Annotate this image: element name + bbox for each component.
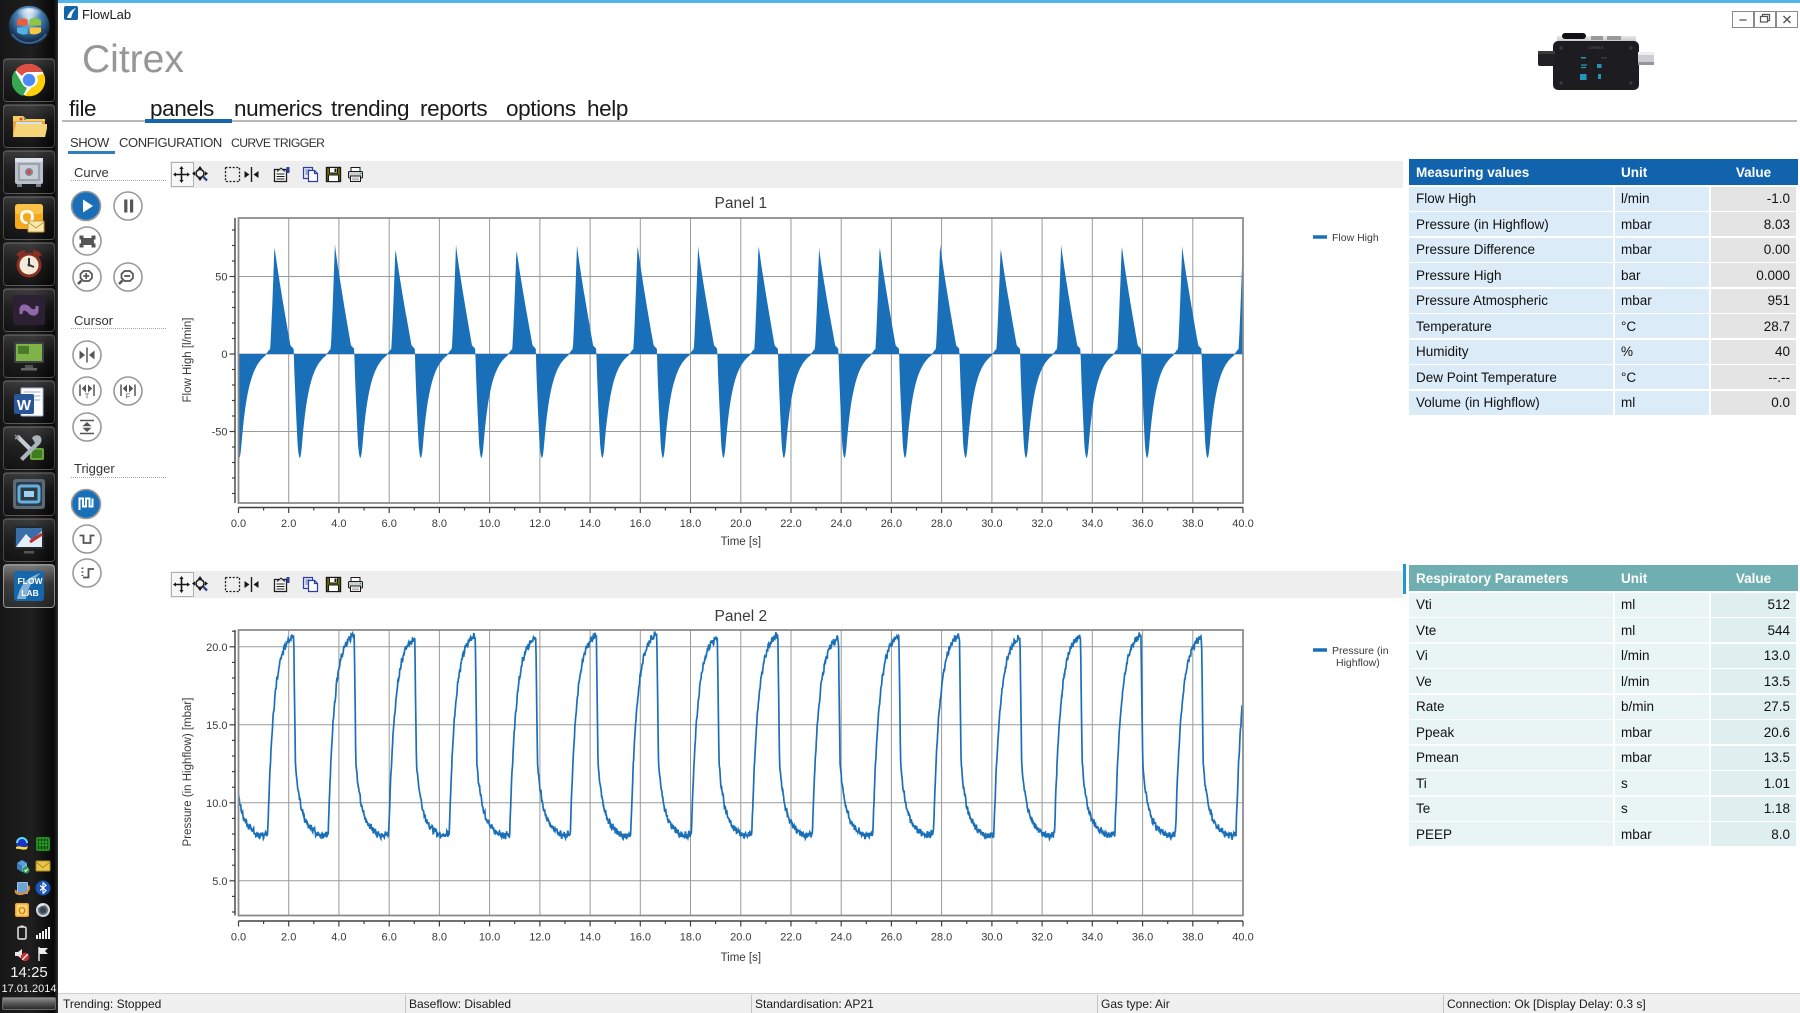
svg-text:Flow High: Flow High <box>1332 232 1379 244</box>
svg-text:10.0: 10.0 <box>479 932 500 944</box>
svg-text:24.0: 24.0 <box>830 932 851 944</box>
svg-text:34.0: 34.0 <box>1082 518 1103 530</box>
svg-text:4.0: 4.0 <box>331 518 346 530</box>
svg-text:10.0: 10.0 <box>206 798 227 810</box>
svg-text:22.0: 22.0 <box>780 518 801 530</box>
svg-text:0: 0 <box>221 349 227 361</box>
svg-text:10.0: 10.0 <box>479 518 500 530</box>
svg-text:30.0: 30.0 <box>981 518 1002 530</box>
svg-text:12.0: 12.0 <box>529 518 550 530</box>
svg-text:18.0: 18.0 <box>680 518 701 530</box>
svg-text:8.0: 8.0 <box>432 518 447 530</box>
svg-text:2.0: 2.0 <box>281 932 296 944</box>
svg-text:36.0: 36.0 <box>1132 932 1153 944</box>
svg-text:T: T <box>85 392 90 401</box>
svg-text:8.0: 8.0 <box>432 932 447 944</box>
svg-text:0.0: 0.0 <box>231 932 246 944</box>
svg-text:Panel 1: Panel 1 <box>715 195 768 212</box>
svg-text:Time [s]: Time [s] <box>721 536 761 548</box>
svg-text:Pressure (in Highflow) [mbar]: Pressure (in Highflow) [mbar] <box>182 698 194 847</box>
svg-text:26.0: 26.0 <box>881 518 902 530</box>
svg-text:18.0: 18.0 <box>680 932 701 944</box>
svg-text:28.0: 28.0 <box>931 932 952 944</box>
svg-text:W: W <box>17 397 32 414</box>
svg-text:38.0: 38.0 <box>1182 932 1203 944</box>
svg-text:12.0: 12.0 <box>529 932 550 944</box>
svg-text:Flow High [l/min]: Flow High [l/min] <box>182 318 194 403</box>
svg-text:Panel 2: Panel 2 <box>715 608 768 625</box>
svg-text:CITREX: CITREX <box>1589 45 1604 50</box>
svg-text:-50: -50 <box>212 427 228 439</box>
svg-text:4.0: 4.0 <box>331 932 346 944</box>
svg-text:16.0: 16.0 <box>630 518 651 530</box>
svg-text:38.0: 38.0 <box>1182 518 1203 530</box>
svg-text:Highflow): Highflow) <box>1336 657 1380 669</box>
svg-text:0.0: 0.0 <box>231 518 246 530</box>
svg-text:32.0: 32.0 <box>1031 932 1052 944</box>
svg-text:14.0: 14.0 <box>579 932 600 944</box>
svg-text:20.0: 20.0 <box>730 518 751 530</box>
svg-text:40.0: 40.0 <box>1232 932 1253 944</box>
svg-text:FLOW: FLOW <box>17 576 43 586</box>
svg-text:20.0: 20.0 <box>730 932 751 944</box>
svg-text:14.0: 14.0 <box>579 518 600 530</box>
svg-text:28.0: 28.0 <box>931 518 952 530</box>
svg-text:6.0: 6.0 <box>382 932 397 944</box>
svg-text:36.0: 36.0 <box>1132 518 1153 530</box>
svg-text:O: O <box>18 906 26 917</box>
svg-text:LAB: LAB <box>21 588 38 598</box>
svg-text:5.0: 5.0 <box>212 876 227 888</box>
svg-text:F: F <box>126 392 131 401</box>
svg-text:2.0: 2.0 <box>281 518 296 530</box>
svg-text:34.0: 34.0 <box>1082 932 1103 944</box>
svg-text:40.0: 40.0 <box>1232 518 1253 530</box>
svg-text:24.0: 24.0 <box>830 518 851 530</box>
svg-text:26.0: 26.0 <box>881 932 902 944</box>
svg-text:6.0: 6.0 <box>382 518 397 530</box>
svg-text:Pressure (in: Pressure (in <box>1332 645 1389 657</box>
svg-text:20.0: 20.0 <box>206 642 227 654</box>
svg-text:Time [s]: Time [s] <box>721 952 761 964</box>
svg-text:30.0: 30.0 <box>981 932 1002 944</box>
svg-text:32.0: 32.0 <box>1031 518 1052 530</box>
svg-text:16.0: 16.0 <box>630 932 651 944</box>
svg-text:22.0: 22.0 <box>780 932 801 944</box>
svg-text:50: 50 <box>215 272 227 284</box>
svg-text:15.0: 15.0 <box>206 720 227 732</box>
